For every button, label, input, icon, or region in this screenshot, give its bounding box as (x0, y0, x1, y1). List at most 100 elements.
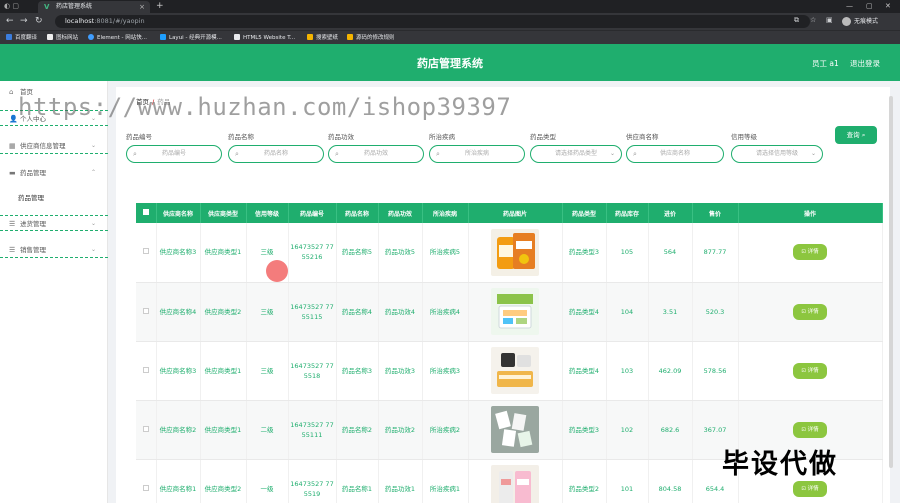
filter-label: 药品编号 (126, 133, 152, 141)
filter-label: 信用等级 (731, 133, 757, 141)
cell-supplier-type: 供应商类型1 (200, 223, 247, 283)
cell-code: 16473527 7755111 (288, 400, 337, 460)
filter-label: 供应商名称 (626, 133, 659, 141)
sidebar-item-sales[interactable]: ☰ 销售管理 ⌄ (0, 242, 108, 258)
sidebar-subitem-drug[interactable]: 药品管理 (0, 190, 108, 206)
table-row: 供应商名称3 供应商类型1 三级 16473527 775518 药品名称3 药… (136, 341, 883, 401)
bookmark-item[interactable]: Layui - 经典开源模... (160, 33, 222, 43)
detail-button[interactable]: ⊡ 详情 (793, 244, 827, 261)
cell-supplier: 供应商名称1 (156, 459, 201, 503)
cell-supplier-type: 供应商类型2 (200, 282, 247, 342)
home-icon: ⌂ (9, 88, 14, 96)
detail-button[interactable]: ⊡ 详情 (793, 480, 827, 497)
cell-effect: 药品功效5 (378, 223, 423, 283)
minimize-icon[interactable]: — (846, 0, 853, 12)
sidebar-item-supplier[interactable]: ▦ 供应商信息管理 ⌄ (0, 138, 108, 154)
search-icon: ⌕ (436, 150, 440, 158)
cell-price: 520.3 (692, 282, 739, 342)
cell-stock: 101 (606, 459, 649, 503)
drug-name-input[interactable]: ⌕ 药品名称 (228, 145, 324, 163)
maximize-icon[interactable]: ▢ (866, 0, 873, 12)
url-field[interactable]: localhost:8081/#/yaopin (55, 15, 810, 28)
detail-button[interactable]: ⊡ 详情 (793, 362, 827, 379)
column-header: 药品功效 (378, 203, 423, 223)
address-bar: ← → ↻ localhost:8081/#/yaopin ⧉ ☆ ▣ 无痕模式 (0, 13, 900, 30)
chevron-down-icon: ⌄ (90, 142, 96, 149)
bookmark-item[interactable]: 源码的修改规则 (347, 33, 395, 43)
row-checkbox[interactable] (136, 459, 157, 503)
drug-code-input[interactable]: ⌕ 药品编号 (126, 145, 222, 163)
cell-credit: 二级 (246, 400, 289, 460)
sidebar-item-purchase[interactable]: ☰ 进货管理 ⌄ (0, 215, 108, 231)
drug-image (491, 465, 539, 503)
drug-image (491, 347, 539, 394)
column-header: 药品编号 (288, 203, 337, 223)
close-window-icon[interactable]: ✕ (885, 0, 891, 12)
cell-supplier: 供应商名称3 (156, 341, 201, 401)
browser-tab[interactable]: V 药店管理系统 × (38, 1, 150, 13)
disease-input[interactable]: ⌕ 所治疾病 (429, 145, 525, 163)
sidebar-item-drug[interactable]: ▬ 药品管理 ⌃ (0, 165, 108, 181)
bookmark-item[interactable]: 图标网站 (47, 33, 78, 43)
cell-price: 877.77 (692, 223, 739, 283)
bookmark-item[interactable]: HTML5 Website T... (234, 33, 295, 43)
cell-credit: 三级 (246, 282, 289, 342)
forward-icon[interactable]: → (20, 16, 28, 26)
search-icon: ⌕ (861, 131, 866, 139)
column-header: 所治疾病 (422, 203, 469, 223)
extension-icon[interactable]: ▣ (826, 16, 833, 24)
select-all-checkbox[interactable] (136, 203, 157, 223)
detail-button[interactable]: ⊡ 详情 (793, 303, 827, 320)
row-checkbox[interactable] (136, 341, 157, 401)
cell-supplier-type: 供应商类型1 (200, 341, 247, 401)
row-checkbox[interactable] (136, 223, 157, 283)
logout-link[interactable]: 退出登录 (850, 58, 880, 69)
row-checkbox[interactable] (136, 282, 157, 342)
cell-credit: 三级 (246, 341, 289, 401)
column-header: 药品名称 (336, 203, 379, 223)
cell-stock: 102 (606, 400, 649, 460)
column-header: 售价 (692, 203, 739, 223)
row-checkbox[interactable] (136, 400, 157, 460)
close-tab-icon[interactable]: × (139, 1, 145, 13)
cell-code: 16473527 775518 (288, 341, 337, 401)
search-icon: ⌕ (133, 150, 137, 158)
chevron-down-icon: ⌄ (90, 220, 96, 227)
column-header: 药品图片 (468, 203, 563, 223)
scrollbar[interactable] (889, 96, 893, 468)
credit-level-select[interactable]: 请选择信用等级 ⌄ (731, 145, 823, 163)
detail-button[interactable]: ⊡ 详情 (793, 421, 827, 438)
cell-type: 药品类型2 (562, 459, 607, 503)
browser-tabbar: ◐ ▢ V 药店管理系统 × + — ▢ ✕ (0, 0, 900, 13)
back-icon[interactable]: ← (6, 16, 14, 26)
cell-type: 药品类型4 (562, 282, 607, 342)
bookmark-item[interactable]: Element - 网站快... (88, 33, 147, 43)
star-icon[interactable]: ☆ (810, 16, 816, 24)
cell-code: 16473527 7755115 (288, 282, 337, 342)
drug-type-select[interactable]: 请选择药品类型 ⌄ (530, 145, 622, 163)
reload-icon[interactable]: ↻ (35, 16, 43, 26)
bookmark-item[interactable]: 百度翻译 (6, 33, 37, 43)
profile-button[interactable]: 无痕模式 (842, 16, 878, 27)
search-icon: ⌕ (335, 150, 339, 158)
cell-code: 16473527 775519 (288, 459, 337, 503)
window-controls-icon[interactable]: ◐ ▢ (4, 2, 19, 10)
cell-cost: 682.6 (648, 400, 693, 460)
translate-icon[interactable]: ⧉ (794, 16, 799, 25)
table-icon: ▦ (9, 142, 16, 150)
query-button[interactable]: 查询 ⌕ (835, 126, 877, 144)
list-icon: ☰ (9, 246, 16, 254)
supplier-name-input[interactable]: ⌕ 供应商名称 (626, 145, 724, 163)
cell-cost: 564 (648, 223, 693, 283)
drug-image (491, 406, 539, 453)
chevron-down-icon: ⌄ (810, 150, 816, 157)
cell-stock: 105 (606, 223, 649, 283)
watermark: https://www.huzhan.com/ishop39397 (18, 93, 512, 121)
drug-effect-input[interactable]: ⌕ 药品功效 (328, 145, 424, 163)
app-header: 药店管理系统 员工 a1 退出登录 (0, 44, 900, 81)
bookmark-item[interactable]: 搜索壁纸 (307, 33, 338, 43)
cell-supplier: 供应商名称4 (156, 282, 201, 342)
new-tab-icon[interactable]: + (156, 0, 164, 12)
cell-name: 药品名称2 (336, 400, 379, 460)
tab-title: 药店管理系统 (56, 3, 93, 10)
